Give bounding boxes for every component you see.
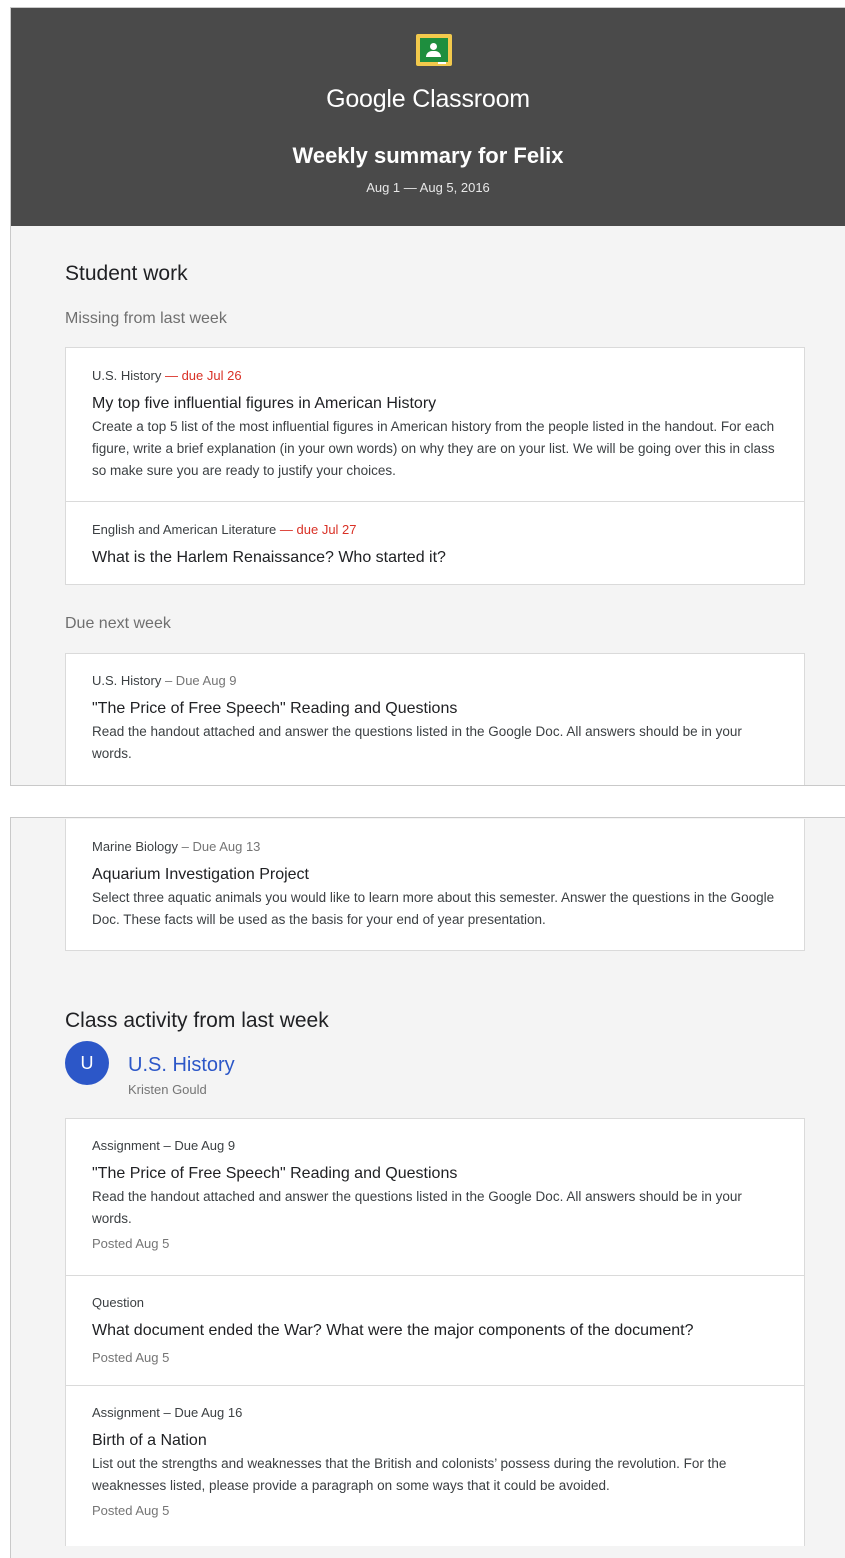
item-meta: Marine Biology – Due Aug 13 [92, 819, 778, 855]
classroom-logo-icon [416, 34, 452, 66]
brand-name: Google Classroom [326, 85, 530, 113]
list-item[interactable]: Marine Biology – Due Aug 13 Aquarium Inv… [66, 819, 804, 931]
item-meta: U.S. History – Due Aug 9 [92, 654, 778, 689]
teacher-name: Kristen Gould [128, 1082, 207, 1097]
list-item[interactable]: Assignment – Due Aug 16 Birth of a Natio… [66, 1385, 804, 1546]
list-item[interactable]: Assignment – Due Aug 9 "The Price of Fre… [66, 1119, 804, 1275]
missing-heading: Missing from last week [65, 310, 227, 327]
due-date: – Due Aug 9 [164, 673, 237, 688]
student-work-heading: Student work [65, 262, 188, 285]
due-date: — due Jul 27 [279, 522, 357, 537]
course-name: U.S. History [92, 673, 162, 688]
item-description: Read the handout attached and answer the… [92, 1189, 742, 1226]
item-description: Read the handout attached and answer the… [92, 724, 742, 761]
header: Google Classroom Weekly summary for Feli… [11, 8, 845, 226]
item-meta: Assignment – Due Aug 9 [92, 1138, 236, 1153]
posted-date: Posted Aug 5 [92, 1350, 170, 1365]
class-name-link[interactable]: U.S. History [128, 1054, 235, 1077]
missing-card: U.S. History — due Jul 26 My top five in… [65, 347, 805, 585]
list-item[interactable]: U.S. History – Due Aug 9 "The Price of F… [66, 654, 804, 765]
course-name: English and American Literature [92, 522, 277, 537]
list-item[interactable]: U.S. History — due Jul 26 My top five in… [66, 348, 804, 501]
item-description: Create a top 5 list of the most influent… [92, 419, 775, 478]
due-next-heading: Due next week [65, 615, 171, 632]
date-range: Aug 1 — Aug 5, 2016 [366, 180, 490, 195]
due-next-card: U.S. History – Due Aug 9 "The Price of F… [65, 653, 805, 785]
item-meta: Question [92, 1295, 145, 1310]
item-meta: U.S. History — due Jul 26 [92, 348, 778, 384]
item-description: List out the strengths and weaknesses th… [92, 1456, 727, 1493]
item-title[interactable]: What document ended the War? What were t… [92, 1320, 778, 1342]
item-title[interactable]: Birth of a Nation [92, 1430, 778, 1452]
item-description: Select three aquatic animals you would l… [92, 890, 775, 927]
course-name: U.S. History [92, 368, 162, 383]
posted-date: Posted Aug 5 [92, 1236, 170, 1251]
summary-title: Weekly summary for Felix [292, 143, 564, 168]
due-next-card-continued: Marine Biology – Due Aug 13 Aquarium Inv… [65, 819, 805, 951]
posted-date: Posted Aug 5 [92, 1503, 170, 1518]
item-title[interactable]: "The Price of Free Speech" Reading and Q… [92, 1163, 778, 1185]
list-item[interactable]: Question What document ended the War? Wh… [66, 1275, 804, 1385]
email-panel-top: Google Classroom Weekly summary for Feli… [10, 7, 845, 786]
list-item[interactable]: English and American Literature — due Ju… [66, 501, 804, 584]
item-meta: English and American Literature — due Ju… [92, 502, 778, 538]
class-avatar[interactable]: U [65, 1041, 109, 1085]
item-meta: Assignment – Due Aug 16 [92, 1405, 243, 1420]
class-activity-heading: Class activity from last week [65, 1009, 329, 1032]
activity-card: Assignment – Due Aug 9 "The Price of Fre… [65, 1118, 805, 1546]
item-title[interactable]: What is the Harlem Renaissance? Who star… [92, 547, 778, 569]
email-panel-bottom: Marine Biology – Due Aug 13 Aquarium Inv… [10, 817, 845, 1558]
item-title[interactable]: Aquarium Investigation Project [92, 864, 778, 886]
item-title[interactable]: My top five influential figures in Ameri… [92, 393, 778, 415]
due-date: — due Jul 26 [164, 368, 242, 383]
course-name: Marine Biology [92, 839, 178, 854]
due-date: – Due Aug 13 [181, 839, 261, 854]
item-title[interactable]: "The Price of Free Speech" Reading and Q… [92, 698, 778, 720]
